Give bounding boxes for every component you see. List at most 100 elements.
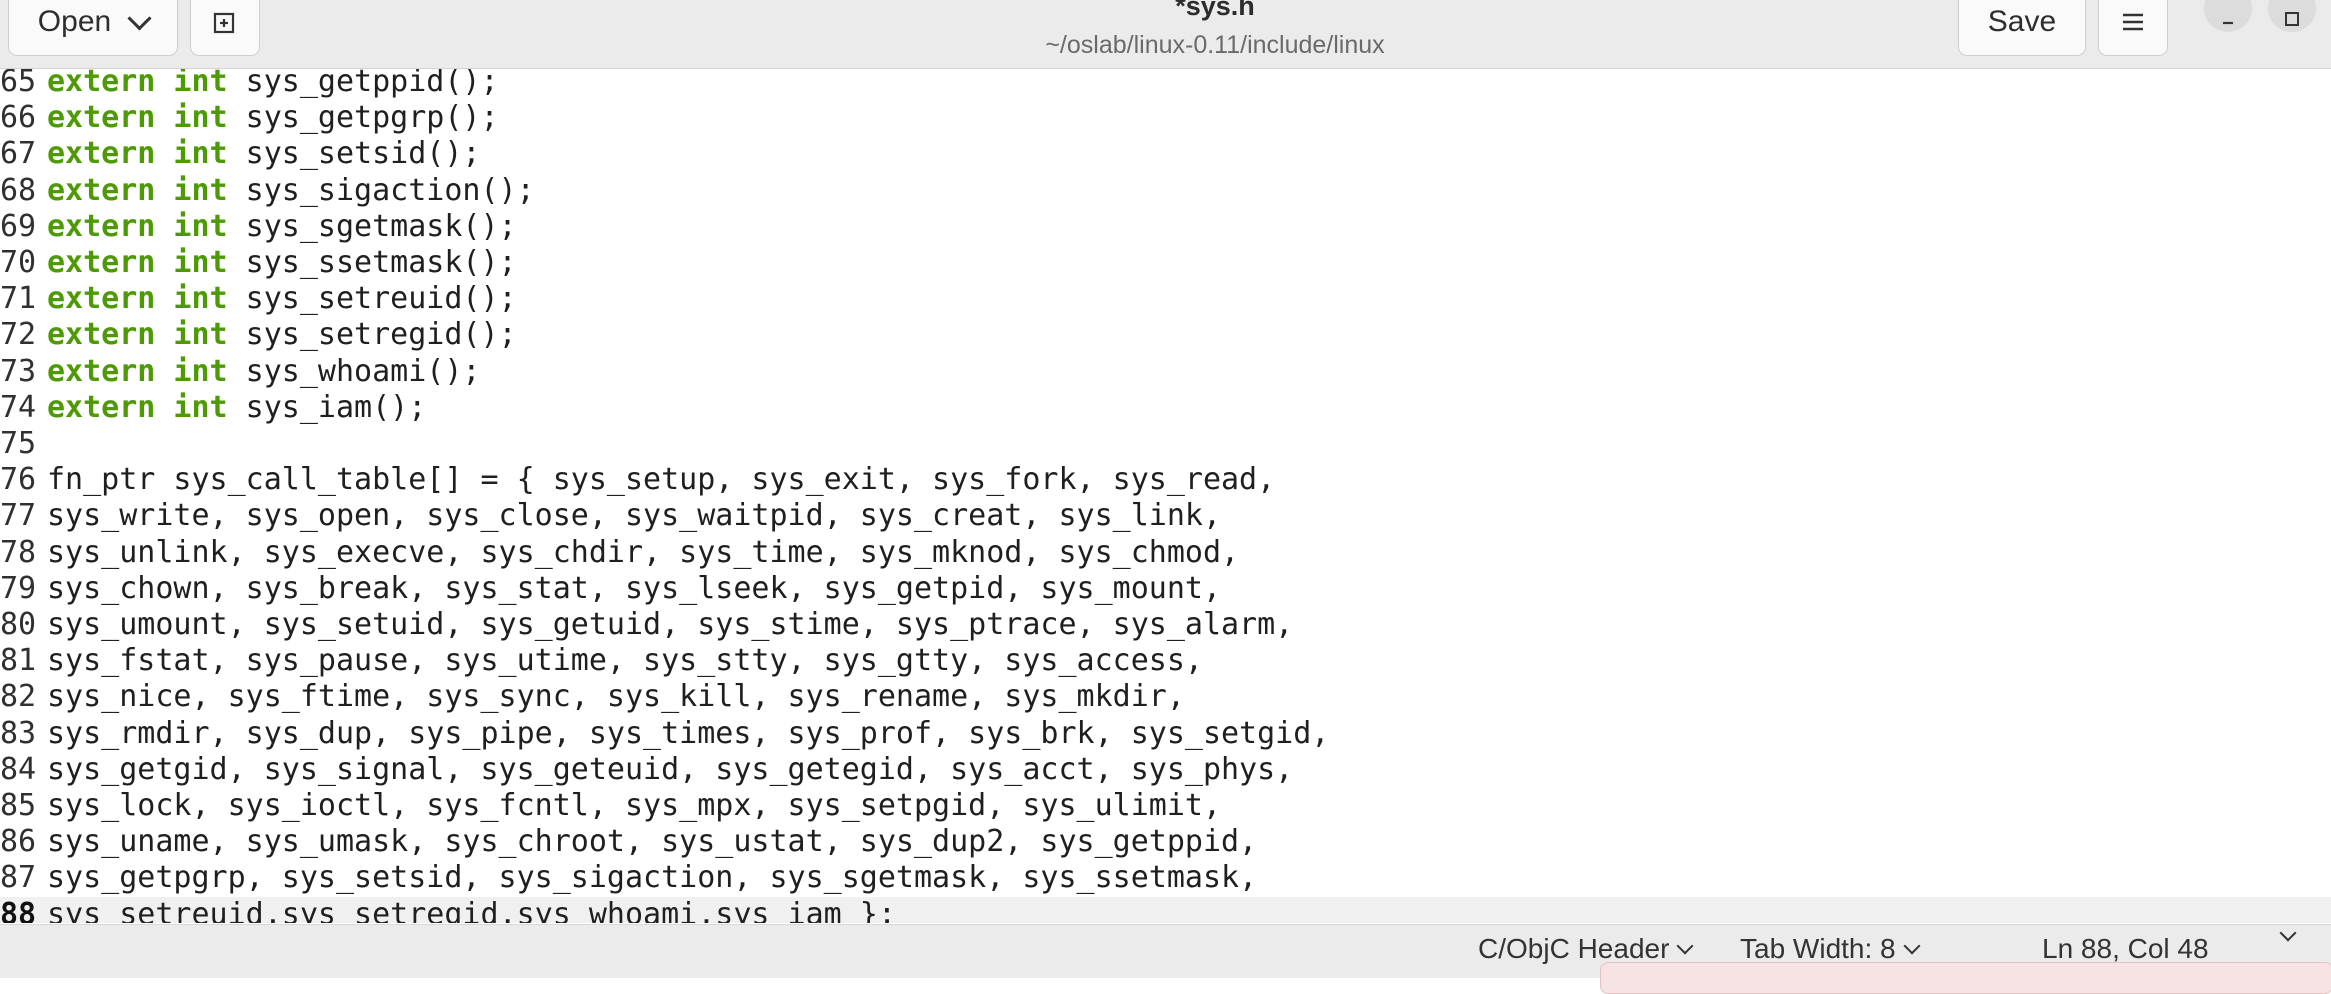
code-token: sys_setreuid();	[227, 281, 517, 317]
code-line[interactable]: 69 extern int sys_sgetmask();	[0, 209, 2331, 245]
keyword-token: extern int	[47, 100, 228, 136]
keyword-token: extern int	[47, 69, 228, 99]
code-line[interactable]: 85 sys_lock, sys_ioctl, sys_fcntl, sys_mp…	[0, 788, 2331, 824]
code-line[interactable]: 65 extern int sys_getppid();	[0, 69, 2331, 100]
keyword-token: extern int	[47, 389, 228, 425]
code-line[interactable]: 68 extern int sys_sigaction();	[0, 173, 2331, 209]
window-subtitle-path: ~/oslab/linux-0.11/include/linux	[1045, 31, 1385, 59]
tab-width-label: Tab Width: 8	[1740, 933, 1896, 964]
line-number: 80	[0, 607, 37, 642]
new-tab-button[interactable]	[190, 0, 260, 56]
status-menu-button[interactable]	[2279, 924, 2297, 942]
code-token: sys_chown, sys_break, sys_stat, sys_lsee…	[47, 570, 1221, 606]
line-number: 70	[0, 245, 37, 280]
line-number: 76	[0, 462, 37, 498]
code-text: extern int sys_ssetmask();	[47, 245, 517, 281]
code-token: sys_write, sys_open, sys_close, sys_wait…	[47, 498, 1221, 534]
notification-popup	[1600, 962, 2331, 994]
code-line[interactable]: 77 sys_write, sys_open, sys_close, sys_wa…	[0, 498, 2331, 534]
open-button[interactable]: Open	[8, 0, 178, 56]
line-number: 81	[0, 643, 37, 679]
text-editor-area[interactable]: 65 extern int sys_getppid(); 66 extern int …	[0, 69, 2331, 923]
code-text: sys_fstat, sys_pause, sys_utime, sys_stt…	[47, 643, 1203, 679]
code-text: sys_uname, sys_umask, sys_chroot, sys_us…	[47, 824, 1257, 860]
code-line[interactable]: 70 extern int sys_ssetmask();	[0, 245, 2331, 281]
code-token: sys_whoami();	[227, 353, 481, 389]
code-text: sys_write, sys_open, sys_close, sys_wait…	[47, 498, 1221, 534]
code-line[interactable]: 71 extern int sys_setreuid();	[0, 281, 2331, 317]
keyword-token: extern int	[47, 353, 228, 389]
code-token: sys_ssetmask();	[227, 245, 517, 280]
keyword-token: extern int	[47, 172, 228, 208]
line-number: 77	[0, 498, 37, 534]
code-line[interactable]: 87 sys_getpgrp, sys_setsid, sys_sigaction…	[0, 860, 2331, 896]
code-line[interactable]: 81 sys_fstat, sys_pause, sys_utime, sys_s…	[0, 643, 2331, 679]
code-token: sys_rmdir, sys_dup, sys_pipe, sys_times,…	[47, 715, 1330, 751]
current-line[interactable]: 88 sys_setreuid,sys_setregid,sys_whoami,s…	[0, 896, 2331, 923]
language-selector[interactable]: C/ObjC Header	[1478, 933, 1694, 965]
chevron-down-icon	[127, 5, 152, 31]
save-button[interactable]: Save	[1958, 0, 2086, 56]
code-text: extern int sys_whoami();	[47, 354, 481, 390]
code-text: extern int sys_setregid();	[47, 317, 517, 353]
code-line[interactable]: 86 sys_uname, sys_umask, sys_chroot, sys_…	[0, 824, 2331, 860]
line-number: 65	[0, 69, 37, 99]
header-bar: Open *sys.h ~/oslab/linux-0.11/include/l…	[0, 0, 2331, 69]
line-number: 84	[0, 751, 37, 787]
maximize-icon	[2285, 12, 2299, 26]
line-number: 86	[0, 824, 37, 860]
code-line[interactable]: 67 extern int sys_setsid();	[0, 136, 2331, 172]
code-text: extern int sys_setreuid();	[47, 281, 517, 317]
code-token: sys_nice, sys_ftime, sys_sync, sys_kill,…	[47, 679, 1185, 715]
code-token: sys_umount, sys_setuid, sys_getuid, sys_…	[47, 607, 1294, 642]
keyword-token: extern int	[47, 208, 228, 244]
code-token: sys_fstat, sys_pause, sys_utime, sys_stt…	[47, 643, 1203, 679]
line-number: 71	[0, 281, 37, 317]
code-token: sys_setsid();	[227, 136, 481, 172]
code-text: sys_umount, sys_setuid, sys_getuid, sys_…	[47, 607, 1293, 643]
code-line[interactable]: 78 sys_unlink, sys_execve, sys_chdir, sys…	[0, 535, 2331, 571]
code-token: sys_getpgrp, sys_setsid, sys_sigaction, …	[47, 860, 1258, 896]
code-line[interactable]: 75	[0, 426, 2331, 462]
line-number: 88	[0, 896, 37, 923]
code-token: sys_getgid, sys_signal, sys_geteuid, sys…	[47, 751, 1294, 787]
code-line[interactable]: 80 sys_umount, sys_setuid, sys_getuid, sy…	[0, 607, 2331, 643]
code-token: sys_iam();	[227, 389, 427, 425]
keyword-token: extern int	[47, 317, 228, 353]
hamburger-menu-icon	[2123, 13, 2143, 31]
code-token: sys_unlink, sys_execve, sys_chdir, sys_t…	[47, 534, 1240, 570]
code-text: sys_getpgrp, sys_setsid, sys_sigaction, …	[47, 860, 1257, 896]
tab-width-selector[interactable]: Tab Width: 8	[1740, 933, 1921, 965]
minimize-icon	[2223, 21, 2233, 25]
code-line[interactable]: 76 fn_ptr sys_call_table[] = { sys_setup,…	[0, 462, 2331, 498]
main-menu-button[interactable]	[2098, 0, 2168, 56]
code-line[interactable]: 74 extern int sys_iam();	[0, 390, 2331, 426]
code-token: sys_sigaction();	[227, 172, 535, 208]
save-button-label: Save	[1987, 5, 2057, 38]
code-line[interactable]: 66 extern int sys_getpgrp();	[0, 100, 2331, 136]
window-title: *sys.h	[1175, 0, 1255, 21]
code-token: sys_uname, sys_umask, sys_chroot, sys_us…	[47, 824, 1258, 860]
code-text: sys_getgid, sys_signal, sys_geteuid, sys…	[47, 752, 1293, 788]
line-number: 85	[0, 788, 37, 823]
code-line[interactable]: 79 sys_chown, sys_break, sys_stat, sys_ls…	[0, 571, 2331, 607]
line-number: 79	[0, 570, 37, 606]
line-number: 67	[0, 136, 37, 172]
code-line[interactable]: 83 sys_rmdir, sys_dup, sys_pipe, sys_time…	[0, 716, 2331, 752]
code-line[interactable]: 73 extern int sys_whoami();	[0, 354, 2331, 390]
cursor-position-selector[interactable]: Ln 88, Col 48	[2042, 933, 2209, 965]
maximize-button[interactable]	[2268, 0, 2316, 32]
code-line[interactable]: 72 extern int sys_setregid();	[0, 317, 2331, 353]
line-number: 74	[0, 389, 37, 425]
minimize-button[interactable]	[2204, 0, 2252, 32]
chevron-down-icon	[1903, 937, 1921, 955]
code-line[interactable]: 84 sys_getgid, sys_signal, sys_geteuid, s…	[0, 752, 2331, 788]
code-text: extern int sys_sgetmask();	[47, 209, 517, 245]
chevron-down-icon	[2279, 924, 2297, 942]
line-number: 73	[0, 353, 37, 389]
code-text: extern int sys_iam();	[47, 390, 426, 426]
code-line[interactable]: 82 sys_nice, sys_ftime, sys_sync, sys_kil…	[0, 679, 2331, 715]
new-tab-icon	[213, 12, 235, 34]
code-text: extern int sys_setsid();	[47, 136, 481, 172]
code-token: sys_setreuid,sys_setregid,sys_whoami,sys…	[47, 896, 896, 923]
